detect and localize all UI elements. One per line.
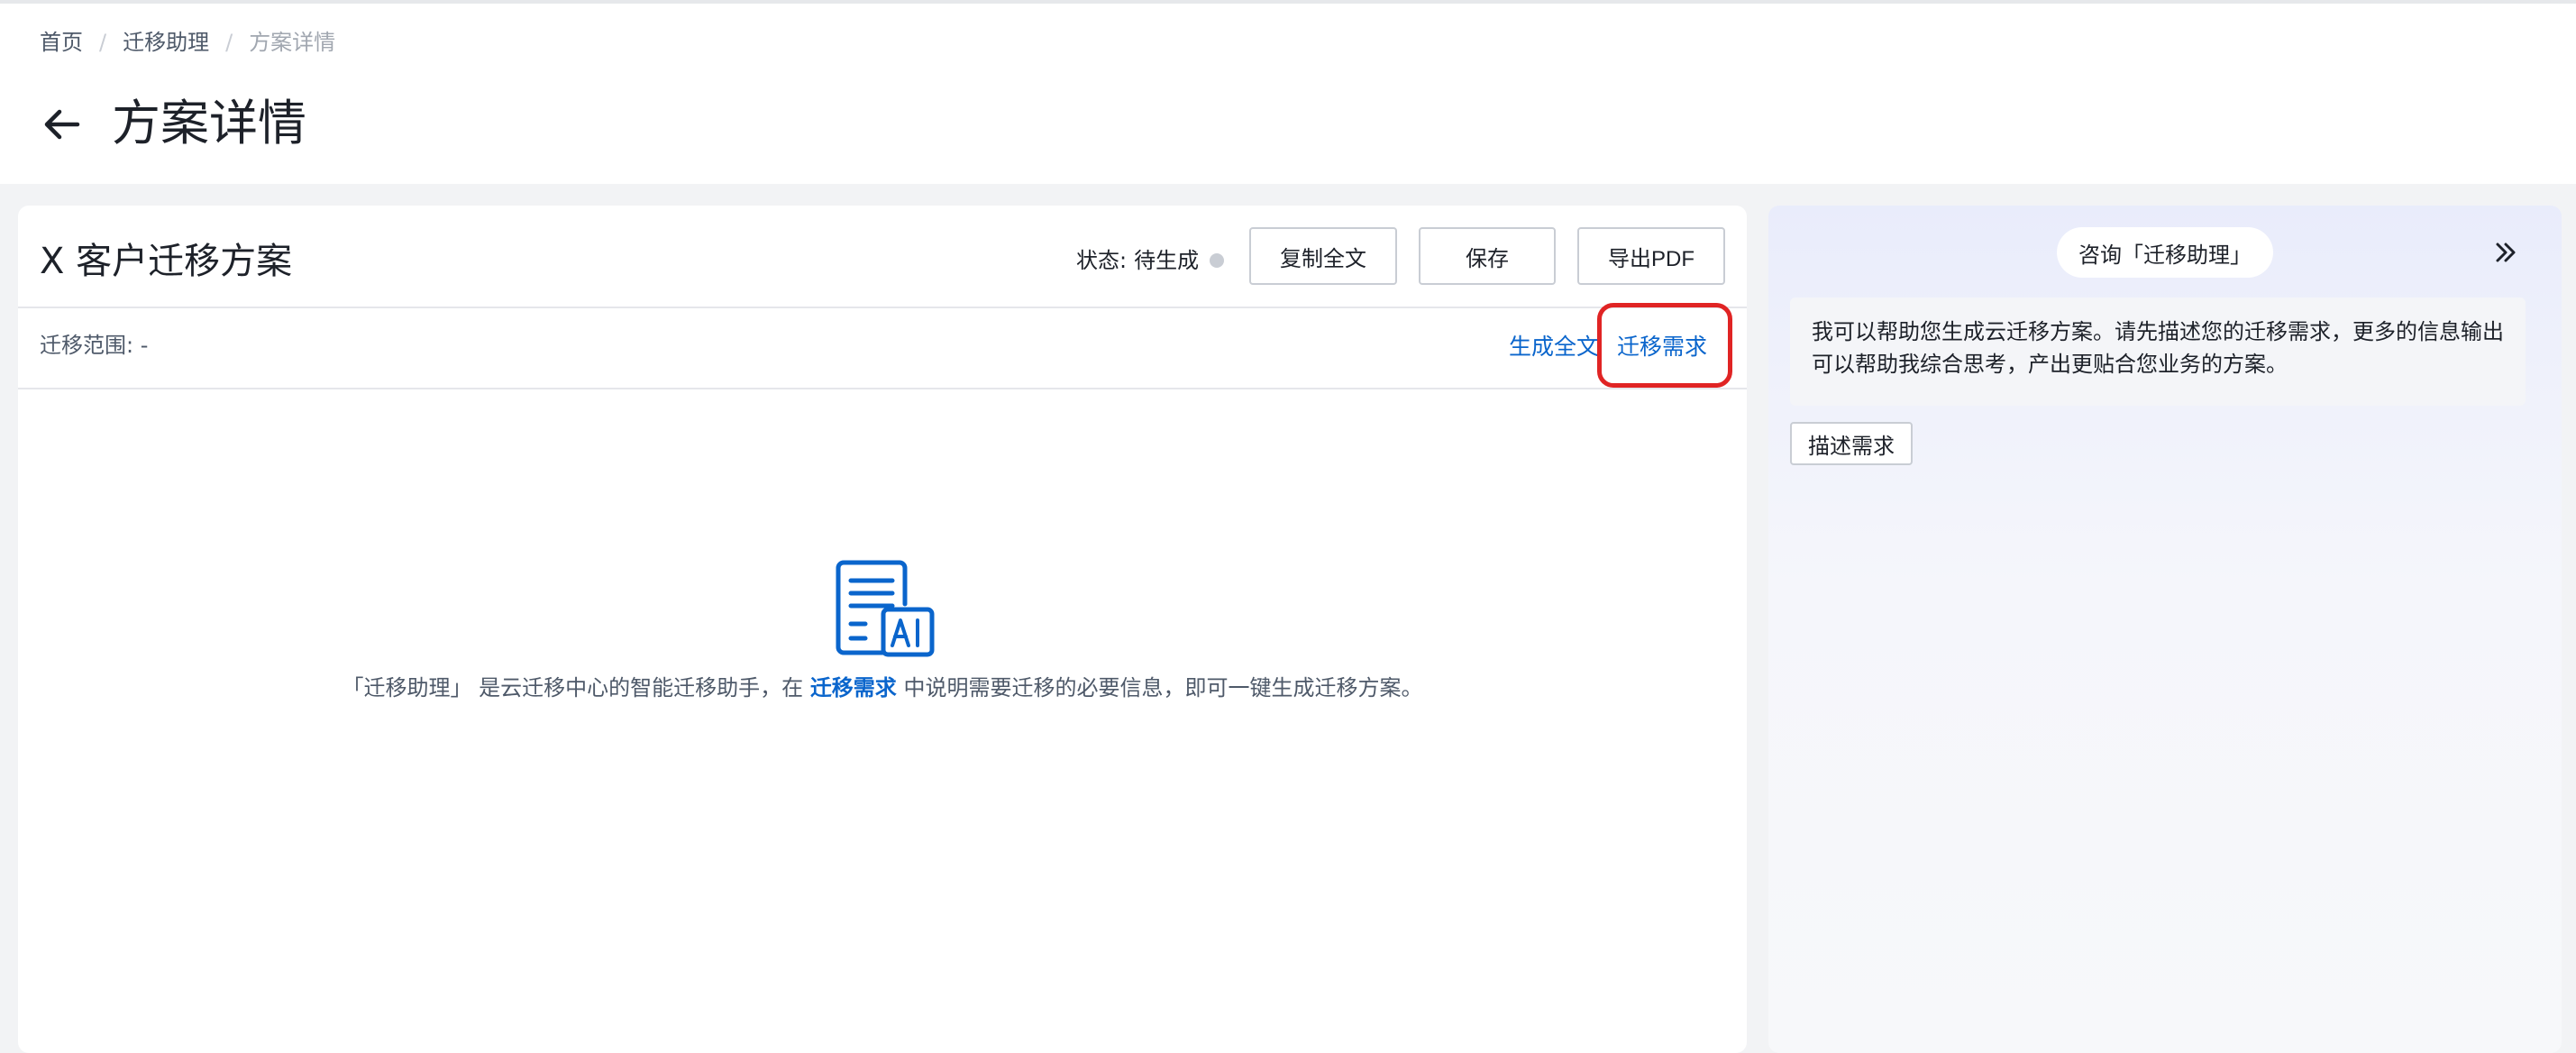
plan-card: X 客户迁移方案 状态: 待生成 复制全文 保存 导出PDF 迁移范围: - 生…	[18, 206, 1747, 1053]
breadcrumb: 首页 / 迁移助理 / 方案详情	[40, 27, 335, 58]
plan-title: X 客户迁移方案	[40, 241, 293, 282]
copy-all-button[interactable]: 复制全文	[1249, 227, 1397, 285]
ai-document-icon	[833, 559, 937, 660]
breadcrumb-separator: /	[225, 30, 233, 55]
divider	[18, 388, 1747, 389]
double-chevron-right-icon[interactable]	[2491, 238, 2520, 267]
breadcrumb-migration-assistant[interactable]: 迁移助理	[123, 27, 209, 58]
describe-requirements-button[interactable]: 描述需求	[1790, 422, 1913, 465]
highlight-annotation	[1597, 303, 1732, 388]
status-label: 状态:	[1076, 248, 1128, 273]
export-pdf-button[interactable]: 导出PDF	[1577, 227, 1725, 285]
breadcrumb-current: 方案详情	[249, 30, 336, 55]
empty-message-suffix: 中说明需要迁移的必要信息，即可一键生成迁移方案。	[903, 675, 1423, 700]
breadcrumb-home[interactable]: 首页	[40, 27, 83, 58]
migration-scope: 迁移范围: -	[40, 330, 148, 361]
generate-full-text-link[interactable]: 生成全文	[1509, 332, 1599, 362]
migration-requirements-inline-link[interactable]: 迁移需求	[810, 675, 897, 700]
breadcrumb-separator: /	[99, 30, 107, 55]
save-button[interactable]: 保存	[1419, 227, 1556, 285]
status-value: 待生成	[1134, 248, 1200, 273]
status-dot	[1210, 253, 1225, 268]
assistant-panel: 咨询「迁移助理」 我可以帮助您生成云迁移方案。请先描述您的迁移需求，更多的信息输…	[1768, 206, 2562, 1053]
empty-message-prefix: 「迁移助理」 是云迁移中心的智能迁移助手，在	[342, 675, 804, 700]
scope-value: -	[140, 333, 149, 358]
page-title: 方案详情	[112, 95, 306, 151]
arrow-left-icon[interactable]	[40, 103, 83, 146]
status-indicator: 状态: 待生成	[1076, 245, 1225, 276]
scope-label: 迁移范围:	[40, 333, 134, 358]
assistant-message: 我可以帮助您生成云迁移方案。请先描述您的迁移需求，更多的信息输出可以帮助我综合思…	[1790, 298, 2526, 406]
divider	[18, 307, 1747, 308]
consult-assistant-pill[interactable]: 咨询「迁移助理」	[2057, 227, 2273, 278]
empty-state-message: 「迁移助理」 是云迁移中心的智能迁移助手，在 迁移需求 中说明需要迁移的必要信息…	[18, 673, 1747, 703]
page-header: 首页 / 迁移助理 / 方案详情 方案详情	[0, 4, 2576, 184]
